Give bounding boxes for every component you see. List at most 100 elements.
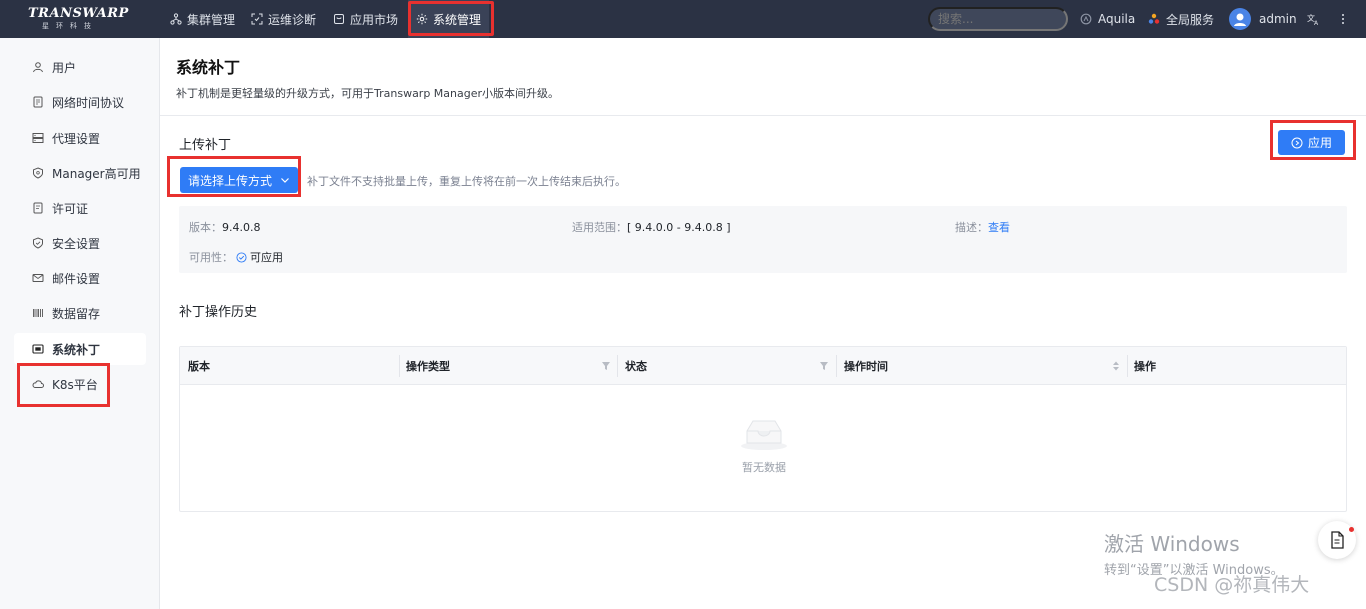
sort-icon[interactable] bbox=[1111, 360, 1121, 372]
sidebar-item-mail[interactable]: 邮件设置 bbox=[14, 262, 146, 294]
global-service-link[interactable]: 全局服务 bbox=[1148, 0, 1214, 38]
aquila-icon bbox=[1080, 13, 1092, 25]
aquila-link[interactable]: Aquila bbox=[1080, 0, 1135, 38]
avatar-icon bbox=[1234, 13, 1246, 26]
sidebar-item-label: 安全设置 bbox=[52, 236, 101, 251]
sidebar-item-label: 网络时间协议 bbox=[52, 95, 125, 110]
page-title: 系统补丁 bbox=[176, 58, 241, 77]
sidebar-item-label: 数据留存 bbox=[52, 306, 101, 321]
column-header-status: 状态 bbox=[617, 347, 836, 385]
range-label: 适用范围： bbox=[572, 221, 627, 234]
version-label: 版本： bbox=[189, 221, 222, 234]
sidebar: 用户 网络时间协议 代理设置 Manager高可用 许可证 安全设置 邮件设置 … bbox=[0, 38, 160, 609]
column-label: 操作类型 bbox=[406, 360, 450, 373]
column-label: 版本 bbox=[188, 360, 210, 373]
aquila-label: Aquila bbox=[1098, 12, 1136, 26]
empty-inbox-icon bbox=[741, 420, 787, 450]
column-label: 操作 bbox=[1134, 360, 1156, 373]
nav-cluster-management[interactable]: 集群管理 bbox=[162, 0, 243, 38]
nav-label: 运维诊断 bbox=[268, 12, 317, 27]
sidebar-item-license[interactable]: 许可证 bbox=[14, 192, 146, 224]
column-header-actions: 操作 bbox=[1126, 347, 1346, 385]
language-icon[interactable]: 文A bbox=[1307, 12, 1321, 26]
empty-state: 暂无数据 bbox=[732, 417, 796, 475]
user-menu[interactable]: admin bbox=[1229, 0, 1297, 38]
nav-ops-diagnosis[interactable]: 运维诊断 bbox=[243, 0, 324, 38]
version-value: 9.4.0.8 bbox=[222, 221, 261, 234]
patch-description: 描述：查看 bbox=[955, 219, 1010, 235]
watermark-line1: 激活 Windows bbox=[1104, 532, 1240, 556]
column-header-operation-time: 操作时间 bbox=[836, 347, 1127, 385]
user-icon bbox=[33, 62, 43, 73]
mail-icon bbox=[32, 274, 44, 282]
license-icon bbox=[33, 202, 43, 214]
proxy-icon bbox=[32, 133, 44, 143]
document-icon bbox=[1331, 531, 1344, 549]
barcode-icon bbox=[33, 309, 43, 317]
column-label: 操作时间 bbox=[844, 360, 888, 373]
shield-icon bbox=[33, 167, 43, 179]
history-section-title: 补丁操作历史 bbox=[179, 305, 258, 320]
sidebar-item-label: 用户 bbox=[52, 60, 77, 75]
username: admin bbox=[1259, 12, 1297, 26]
column-header-operation-type: 操作类型 bbox=[398, 347, 617, 385]
highlight-box bbox=[167, 156, 301, 197]
patch-info-panel: 版本：9.4.0.8 适用范围：[ 9.4.0.0 - 9.4.0.8 ] 描述… bbox=[179, 206, 1347, 273]
shield-check-icon bbox=[33, 237, 43, 249]
patch-icon bbox=[32, 344, 44, 354]
avatar bbox=[1229, 8, 1251, 30]
sidebar-item-users[interactable]: 用户 bbox=[14, 51, 146, 83]
check-circle-icon bbox=[236, 251, 247, 263]
sidebar-item-manager-ha[interactable]: Manager高可用 bbox=[14, 157, 146, 189]
sidebar-item-label: 邮件设置 bbox=[52, 271, 101, 286]
availability-value: 可应用 bbox=[250, 251, 283, 264]
upload-tip: 补丁文件不支持批量上传，重复上传将在前一次上传结束后执行。 bbox=[307, 175, 626, 188]
cluster-icon bbox=[170, 13, 182, 25]
document-float-button[interactable] bbox=[1318, 521, 1356, 559]
nav-label: 应用市场 bbox=[350, 12, 399, 27]
more-vertical-icon[interactable] bbox=[1340, 10, 1346, 28]
sidebar-item-data-retention[interactable]: 数据留存 bbox=[14, 297, 146, 329]
sidebar-item-label: 系统补丁 bbox=[52, 342, 101, 357]
transwarp-logo[interactable]: TRANSWARP 星环科技 bbox=[28, 6, 132, 34]
top-navbar: TRANSWARP 星环科技 集群管理 运维诊断 应用市场 系统管理 Aquil… bbox=[0, 0, 1366, 38]
empty-text: 暂无数据 bbox=[742, 461, 786, 474]
description-label: 描述： bbox=[955, 221, 988, 234]
column-label: 状态 bbox=[625, 360, 647, 373]
logo-text: TRANSWARP bbox=[28, 6, 129, 21]
document-icon bbox=[33, 96, 43, 108]
highlight-box bbox=[1270, 120, 1356, 160]
csdn-watermark: CSDN @祢真伟大 bbox=[1154, 574, 1310, 596]
upload-section-title: 上传补丁 bbox=[179, 138, 232, 153]
market-icon bbox=[334, 14, 344, 24]
diagnosis-icon bbox=[251, 13, 263, 25]
sidebar-item-security[interactable]: 安全设置 bbox=[14, 227, 146, 259]
sidebar-item-label: 代理设置 bbox=[52, 131, 101, 146]
patch-history-table: 版本 操作类型 状态 操作时间 操作 暂无数据 bbox=[179, 346, 1347, 512]
global-service-icon bbox=[1148, 13, 1160, 24]
filter-icon[interactable] bbox=[601, 360, 611, 372]
global-service-label: 全局服务 bbox=[1166, 12, 1215, 27]
table-header: 版本 操作类型 状态 操作时间 操作 bbox=[180, 347, 1346, 385]
logo-subtext: 星环科技 bbox=[42, 22, 98, 30]
sidebar-item-ntp[interactable]: 网络时间协议 bbox=[14, 86, 146, 118]
patch-version: 版本：9.4.0.8 bbox=[189, 219, 260, 235]
patch-availability: 可用性： 可应用 bbox=[189, 249, 283, 265]
sidebar-item-label: Manager高可用 bbox=[52, 166, 141, 181]
range-value: [ 9.4.0.0 - 9.4.0.8 ] bbox=[627, 221, 731, 234]
sidebar-item-label: 许可证 bbox=[52, 201, 89, 216]
main-content: 系统补丁 补丁机制是更轻量级的升级方式，可用于Transwarp Manager… bbox=[160, 38, 1366, 609]
page-description: 补丁机制是更轻量级的升级方式，可用于Transwarp Manager小版本间升… bbox=[176, 87, 560, 100]
column-header-version: 版本 bbox=[180, 347, 399, 385]
sidebar-item-proxy[interactable]: 代理设置 bbox=[14, 122, 146, 154]
nav-app-market[interactable]: 应用市场 bbox=[325, 0, 406, 38]
global-search-input[interactable] bbox=[928, 7, 1068, 31]
patch-range: 适用范围：[ 9.4.0.0 - 9.4.0.8 ] bbox=[572, 219, 731, 235]
view-description-link[interactable]: 查看 bbox=[988, 221, 1010, 234]
divider bbox=[160, 115, 1366, 116]
filter-icon[interactable] bbox=[819, 360, 829, 372]
highlight-box bbox=[17, 363, 110, 407]
svg-text:A: A bbox=[1314, 20, 1319, 26]
highlight-box bbox=[408, 1, 494, 36]
sidebar-item-system-patch[interactable]: 系统补丁 bbox=[14, 333, 146, 365]
